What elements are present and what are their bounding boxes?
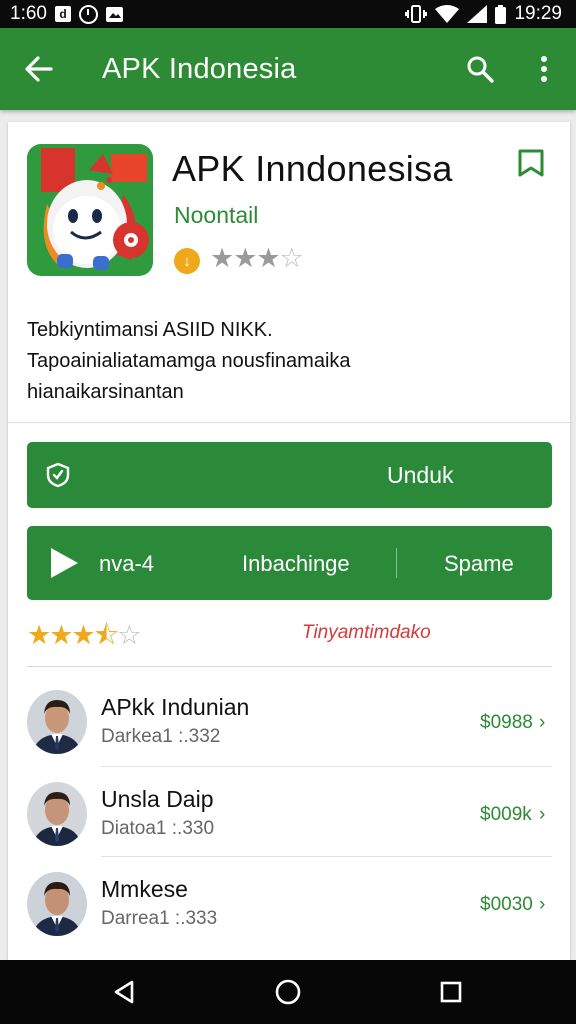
signal-icon — [467, 5, 488, 23]
list-item-subtitle: Darrea1 :.333 — [101, 908, 218, 929]
shield-icon — [45, 462, 71, 493]
nav-home-icon — [275, 979, 301, 1005]
app-icon[interactable] — [27, 144, 153, 276]
download-button-label: Unduk — [387, 462, 454, 488]
status-time-left: 1:60 — [10, 3, 47, 24]
vibrate-icon — [405, 5, 428, 23]
play-button-label[interactable]: nva-4 — [99, 551, 154, 577]
nav-recents-button[interactable] — [406, 960, 496, 1024]
avatar — [27, 690, 87, 754]
bookmark-button[interactable] — [516, 148, 546, 183]
list-item-title: Mmkese — [101, 876, 188, 902]
description-line: hianaikarsinantan — [27, 381, 184, 403]
list-item-price: $009k — [480, 804, 532, 825]
list-item[interactable]: Mmkese Darrea1 :.333 $0030 › — [27, 852, 552, 942]
install-button[interactable]: Inbachinge — [242, 551, 350, 577]
app-rating-stars: ★★★☆ — [210, 243, 304, 274]
status-left: 1:60 d — [0, 3, 123, 25]
action-button-bar: nva-4 Inbachinge Spame — [27, 526, 552, 600]
nav-home-button[interactable] — [243, 960, 333, 1024]
nav-back-button[interactable] — [79, 960, 169, 1024]
user-rating-filled: ★★★⯪ — [27, 620, 119, 650]
toolbar-title: APK Indonesia — [102, 52, 297, 85]
notification-box-icon: d — [54, 6, 71, 22]
list-item[interactable]: APkk Indunian Darkea1 :.332 $0988 › — [27, 670, 552, 760]
app-mascot-icon — [27, 144, 153, 276]
app-toolbar: APK Indonesia — [0, 28, 576, 110]
wifi-icon — [435, 5, 460, 23]
status-bar: 1:60 d 19:29 — [0, 0, 576, 28]
list-item-price: $0988 — [480, 712, 533, 733]
app-detail-card: APK Inndonesisa Noontail ↓ ★★★☆ Tebkiynt… — [8, 122, 570, 960]
app-developer-link[interactable]: Noontail — [174, 202, 258, 229]
bookmark-icon — [518, 149, 544, 177]
rate-app-link[interactable]: Tinyamtimdako — [302, 622, 431, 644]
download-button[interactable]: Unduk — [27, 442, 552, 508]
search-icon — [467, 56, 494, 83]
battery-icon — [495, 4, 507, 24]
more-options-button[interactable] — [512, 28, 576, 110]
list-item-subtitle: Darkea1 :.332 — [101, 726, 221, 747]
list-item-title: Unsla Daip — [101, 786, 214, 812]
share-button[interactable]: Spame — [444, 551, 514, 577]
list-item-subtitle: Diatoa1 :.330 — [101, 818, 215, 839]
image-notification-icon — [105, 6, 123, 22]
play-icon[interactable] — [49, 547, 79, 584]
user-rating-stars[interactable]: ★★★⯪☆ — [27, 616, 141, 662]
user-rating-empty: ☆ — [117, 620, 141, 650]
description-line: Tapoainialiatamamga nousfinamaika — [27, 350, 351, 372]
section-divider — [8, 422, 570, 423]
download-count-badge: ↓ — [174, 248, 200, 274]
nav-recents-icon — [440, 981, 462, 1003]
avatar — [27, 782, 87, 846]
system-nav-bar — [0, 960, 576, 1024]
search-button[interactable] — [448, 28, 512, 110]
more-vert-icon — [541, 56, 547, 82]
app-title: APK Inndonesisa — [172, 148, 453, 189]
back-button[interactable] — [0, 28, 78, 110]
avatar — [27, 872, 87, 936]
nav-back-icon — [114, 980, 134, 1004]
arrow-back-icon — [25, 56, 53, 82]
status-time-right: 19:29 — [514, 3, 562, 24]
list-item[interactable]: Unsla Daip Diatoa1 :.330 $009k › — [27, 762, 552, 852]
app-description: Tebkiyntimansi ASIID NIKK. Tapoainialiat… — [27, 315, 547, 408]
status-right: 19:29 — [405, 3, 576, 25]
chevron-right-icon: › — [539, 894, 546, 915]
list-divider-top — [27, 666, 552, 667]
chevron-right-icon: › — [539, 712, 546, 733]
chevron-right-icon: › — [539, 804, 546, 825]
list-item-title: APkk Indunian — [101, 694, 250, 720]
clock-icon — [78, 4, 98, 24]
description-line: Tebkiyntimansi ASIID NIKK. — [27, 319, 273, 341]
rating-filled-stars: ★★★ — [210, 243, 281, 273]
rating-empty-star: ☆ — [279, 243, 304, 273]
list-item-price: $0030 — [480, 894, 533, 915]
button-separator — [396, 548, 397, 578]
